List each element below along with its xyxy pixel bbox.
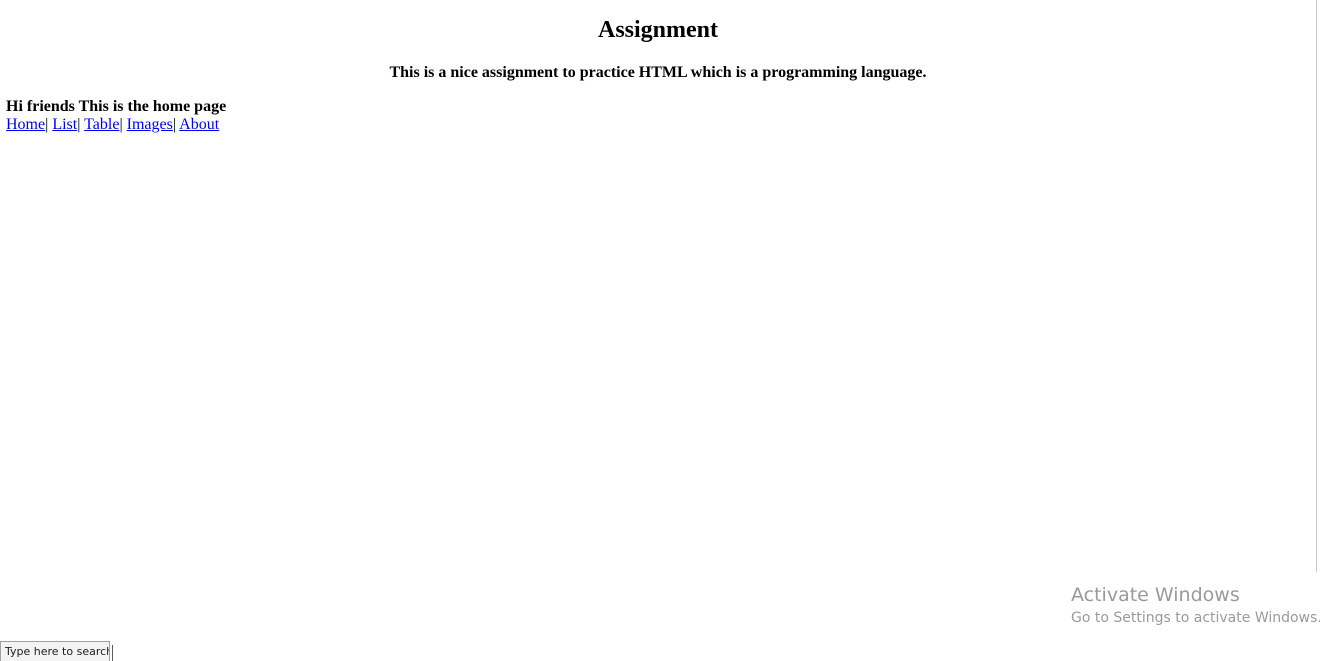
nav-separator: | [119, 116, 123, 133]
nav-link-home[interactable]: Home [6, 116, 45, 133]
nav-separator: | [77, 116, 81, 133]
page-title: Assignment [597, 17, 718, 43]
nav-link-images[interactable]: Images [127, 116, 173, 133]
nav-link-about[interactable]: About [179, 116, 219, 133]
nav-link-list[interactable]: List [52, 116, 77, 133]
home-greeting: Hi friends This is the home page [6, 98, 227, 115]
taskbar-search-input[interactable] [5, 642, 109, 661]
activate-windows-watermark: Activate Windows Go to Settings to activ… [1071, 583, 1320, 629]
nav-links: Home| List| Table| Images| About [6, 115, 219, 135]
activate-windows-title: Activate Windows [1071, 584, 1240, 606]
taskbar-divider [112, 645, 113, 661]
nav-separator: | [172, 116, 177, 133]
nav-separator: | [45, 116, 49, 133]
nav-link-table[interactable]: Table [84, 116, 119, 133]
page-subtitle: This is a nice assignment to practice HT… [389, 64, 927, 81]
taskbar-search-box[interactable] [0, 641, 110, 661]
activate-windows-subtitle: Go to Settings to activate Windows. [1071, 610, 1320, 626]
window-edge [1316, 0, 1317, 572]
